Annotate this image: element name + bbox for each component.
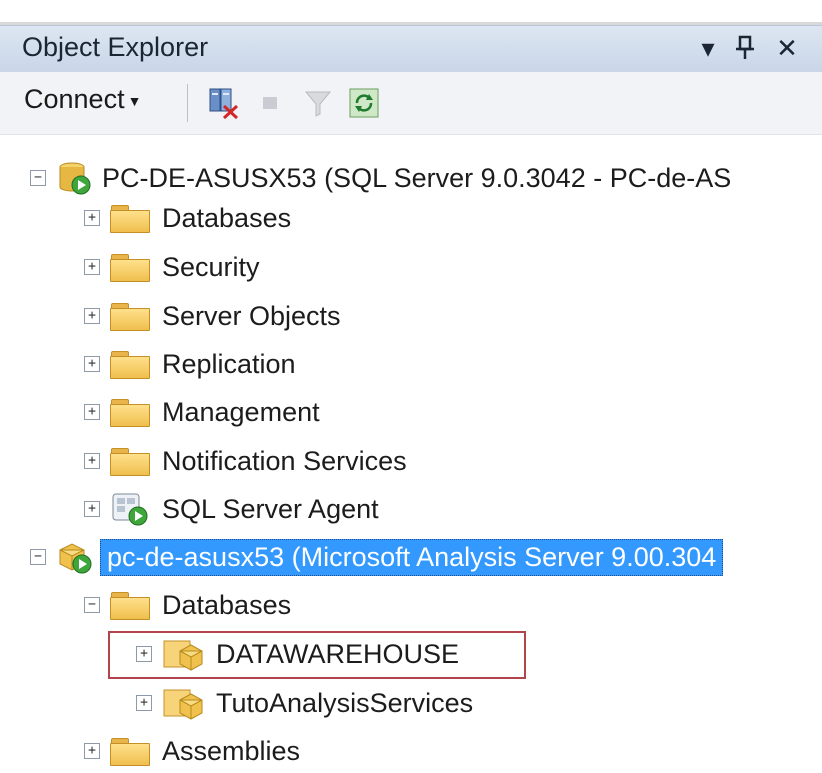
tree-node-label: Notification Services <box>162 445 407 476</box>
tree-node-label: Security <box>162 251 260 282</box>
expand-toggle[interactable]: + <box>84 453 100 469</box>
tree-node-assemblies[interactable]: + Assemblies <box>84 729 300 773</box>
tree-node-analysis-server[interactable]: − pc-de-asusx53 (Microsoft Analysis Serv… <box>30 535 724 579</box>
tree-node-security[interactable]: + Security <box>84 245 260 289</box>
expand-toggle[interactable]: + <box>84 308 100 324</box>
folder-icon <box>110 350 150 379</box>
filter-icon[interactable] <box>301 86 335 120</box>
cube-database-icon <box>163 689 203 720</box>
tree-node-label: Replication <box>162 348 296 379</box>
collapse-toggle[interactable]: − <box>30 549 46 565</box>
tree-node-label: Databases <box>162 589 292 620</box>
expand-toggle[interactable]: + <box>84 743 100 759</box>
top-border <box>0 0 822 25</box>
folder-icon <box>110 302 150 331</box>
expand-toggle[interactable]: + <box>84 501 100 517</box>
folder-icon <box>110 737 150 766</box>
window-position-dropdown-icon[interactable]: ▾ <box>693 31 723 65</box>
cube-database-icon <box>163 640 203 671</box>
folder-icon <box>110 253 150 282</box>
tree-node-sql-server[interactable]: − PC-DE-ASUSX53 (SQL Server 9.0.3042 - P… <box>30 156 731 200</box>
expand-toggle[interactable]: + <box>136 646 152 662</box>
selected-tree-node-label: pc-de-asusx53 (Microsoft Analysis Server… <box>100 538 724 576</box>
tree-node-server-objects[interactable]: + Server Objects <box>84 294 341 338</box>
folder-icon <box>110 591 150 620</box>
tree-node-sql-server-agent[interactable]: + SQL Server Agent <box>84 487 379 531</box>
close-icon[interactable]: ✕ <box>772 31 802 65</box>
stop-icon[interactable] <box>254 86 288 120</box>
tree-node-replication[interactable]: + Replication <box>84 342 296 386</box>
expand-toggle[interactable]: + <box>84 210 100 226</box>
tree-node-label: Server Objects <box>162 300 341 331</box>
expand-toggle[interactable]: + <box>84 356 100 372</box>
folder-icon <box>110 447 150 476</box>
folder-icon <box>110 398 150 427</box>
tree-node-datawarehouse[interactable]: + DATAWAREHOUSE <box>136 632 459 676</box>
folder-icon <box>110 204 150 233</box>
collapse-toggle[interactable]: − <box>30 170 46 186</box>
tree-node-label: SQL Server Agent <box>162 493 379 524</box>
auto-hide-pin-icon[interactable] <box>730 31 760 65</box>
tree-node-label: TutoAnalysisServices <box>216 687 474 718</box>
tree-node-management[interactable]: + Management <box>84 390 320 434</box>
expand-toggle[interactable]: + <box>84 259 100 275</box>
tree-node-label: DATAWAREHOUSE <box>216 638 460 669</box>
object-explorer-titlebar: Object Explorer ▾ ✕ <box>0 25 822 73</box>
expand-toggle[interactable]: + <box>136 695 152 711</box>
panel-title: Object Explorer <box>22 32 209 62</box>
tree-node-databases[interactable]: + Databases <box>84 196 291 240</box>
analysis-server-icon <box>59 543 92 574</box>
object-explorer-toolbar: Connect ▼ <box>0 72 822 135</box>
tree-node-analysis-databases[interactable]: − Databases <box>84 583 291 627</box>
sql-server-agent-icon <box>112 493 148 526</box>
connect-label: Connect <box>24 84 125 114</box>
tree-node-label: Management <box>162 396 320 427</box>
tree-node-label: Assemblies <box>162 735 301 766</box>
collapse-toggle[interactable]: − <box>84 597 100 613</box>
toolbar-separator <box>187 84 188 122</box>
tree-node-notification-services[interactable]: + Notification Services <box>84 439 407 483</box>
disconnect-icon[interactable] <box>206 86 240 120</box>
tree-node-label: PC-DE-ASUSX53 (SQL Server 9.0.3042 - PC-… <box>102 162 732 193</box>
sql-server-icon <box>59 162 91 195</box>
connect-button[interactable]: Connect ▼ <box>24 84 141 115</box>
tree-node-tutoanalysisservices[interactable]: + TutoAnalysisServices <box>136 681 473 725</box>
chevron-down-icon: ▼ <box>127 92 142 109</box>
tree-node-label: Databases <box>162 202 292 233</box>
refresh-icon[interactable] <box>347 86 381 120</box>
expand-toggle[interactable]: + <box>84 404 100 420</box>
